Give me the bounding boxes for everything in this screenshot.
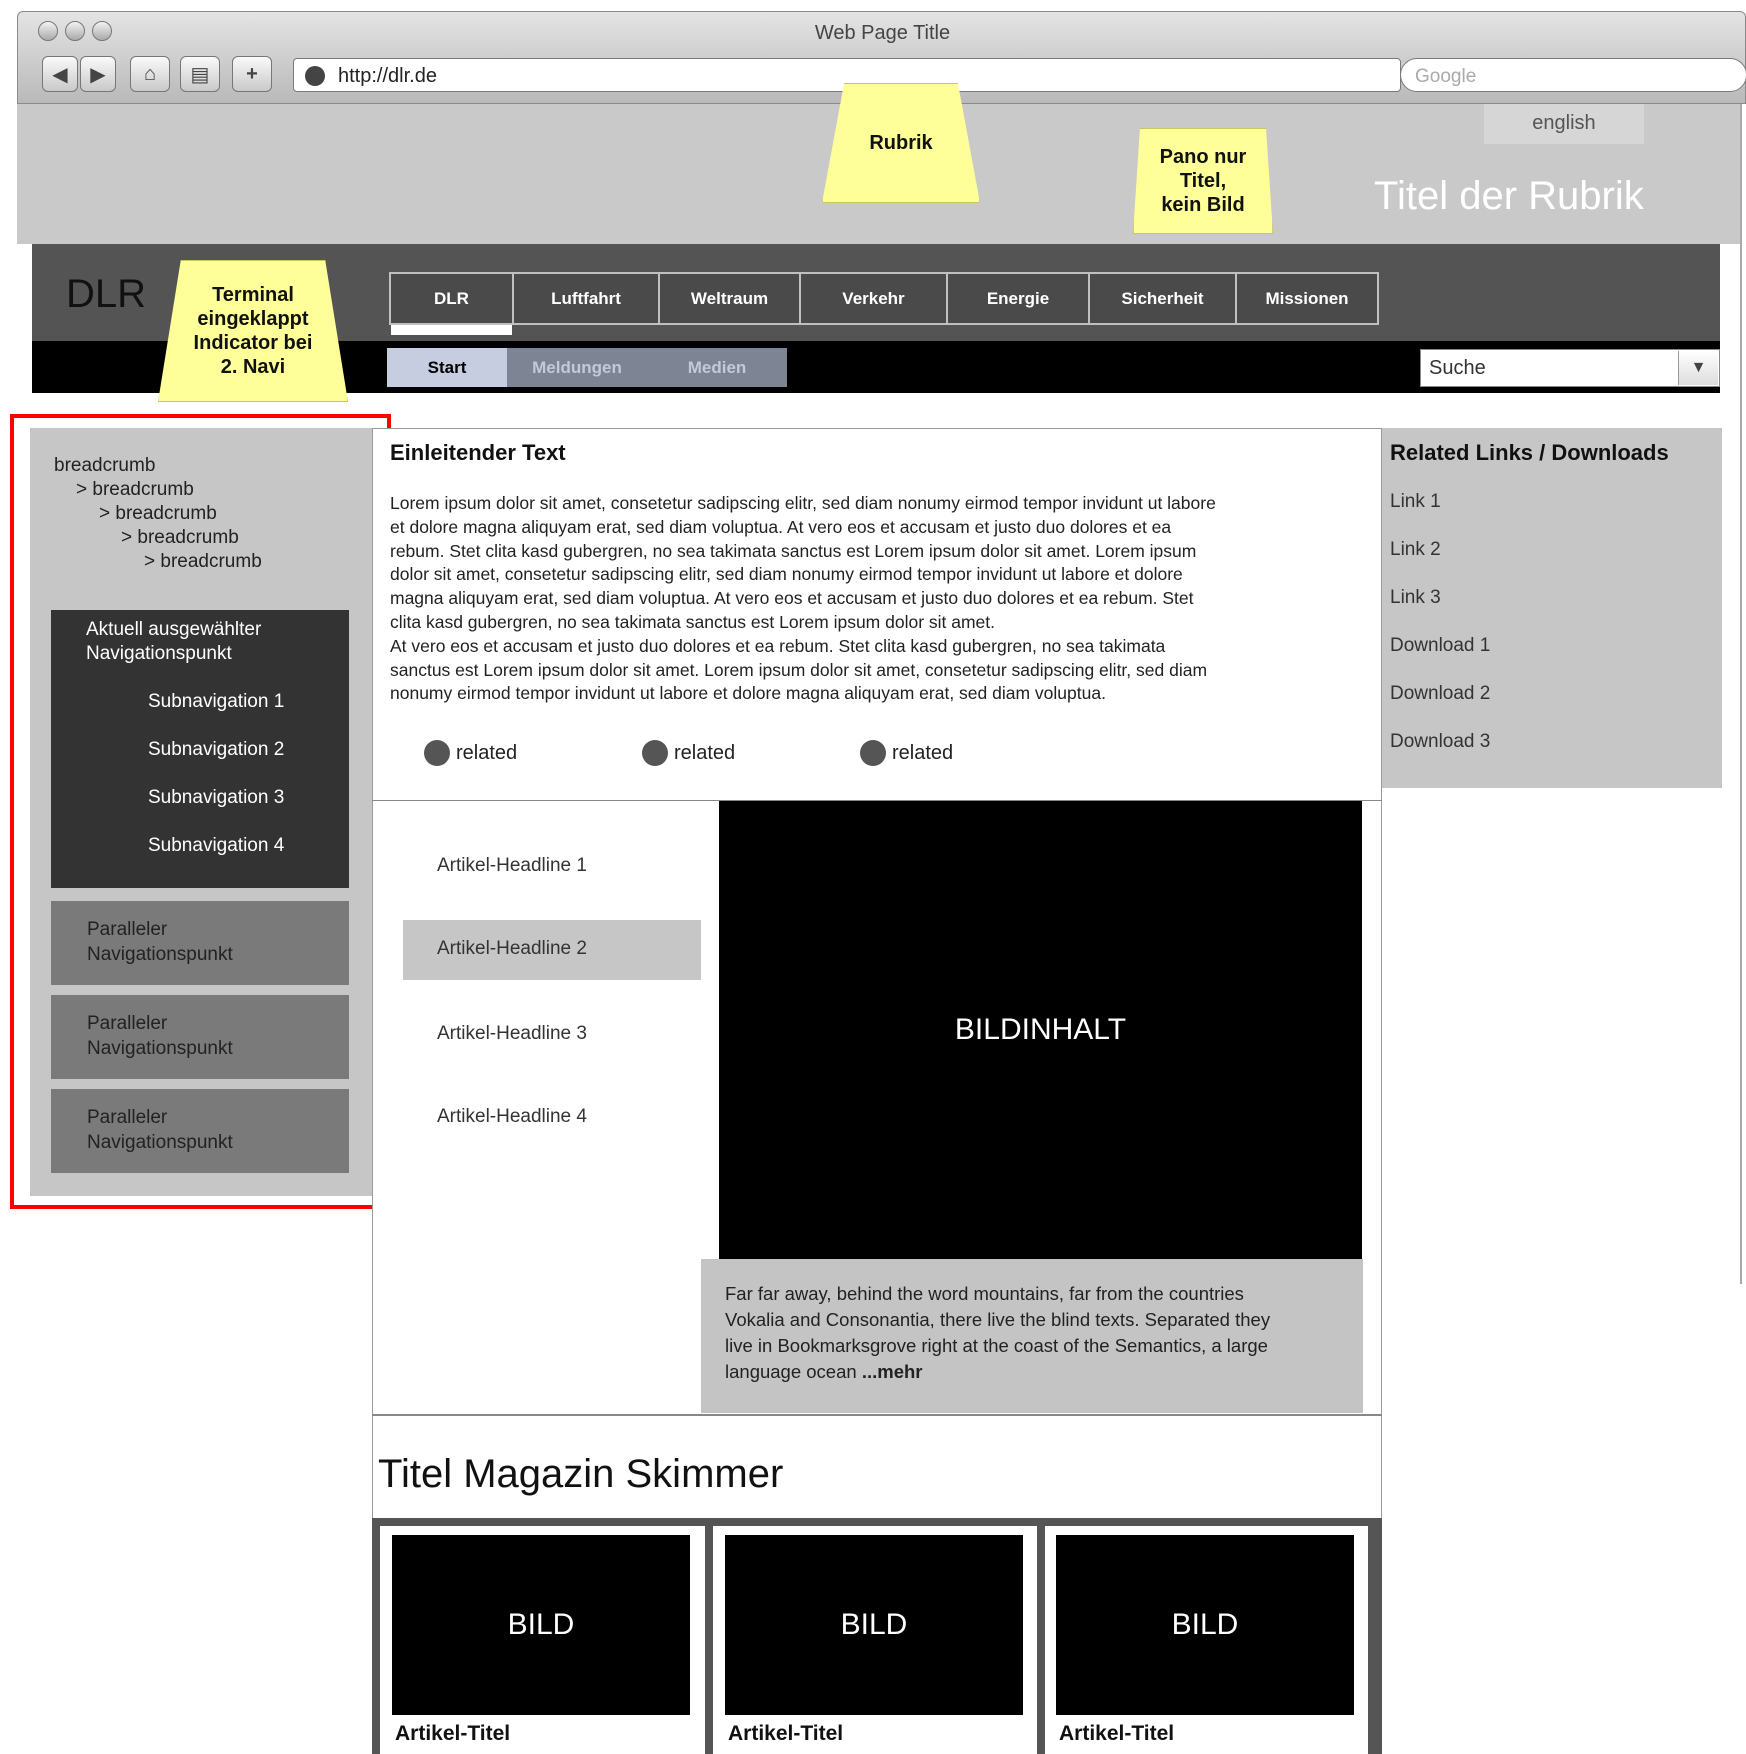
intro-line: magna aliquyam erat, sed diam voluptua. … — [390, 588, 1194, 609]
active-tab-indicator — [391, 325, 512, 335]
card-title[interactable]: Artikel-Titel — [395, 1722, 510, 1746]
print-button[interactable]: ▤ — [180, 56, 220, 92]
caption-line: Far far away, behind the word mountains,… — [725, 1283, 1244, 1304]
main-image-placeholder[interactable]: BILDINHALT — [719, 801, 1362, 1259]
related-link[interactable]: related — [860, 740, 953, 766]
forward-arrow-icon: ▶ — [90, 63, 106, 86]
related-link-item[interactable]: Link 3 — [1390, 587, 1441, 609]
url-text: http://dlr.de — [338, 65, 437, 87]
highlight-frame — [10, 414, 391, 1209]
print-icon: ▤ — [190, 63, 210, 86]
download-link-item[interactable]: Download 1 — [1390, 635, 1490, 657]
related-arrow-icon — [642, 740, 668, 766]
annotation-note-terminal: Terminal eingeklappt Indicator bei 2. Na… — [158, 260, 348, 402]
download-link-item[interactable]: Download 3 — [1390, 731, 1490, 753]
article-headline[interactable]: Artikel-Headline 3 — [403, 1005, 701, 1065]
tab-verkehr[interactable]: Verkehr — [801, 274, 948, 323]
window-edge — [1740, 104, 1746, 1284]
annotation-note-pano: Pano nur Titel, kein Bild — [1133, 128, 1273, 234]
related-link-item[interactable]: Link 2 — [1390, 539, 1441, 561]
related-label: related — [892, 741, 954, 764]
related-arrow-icon — [860, 740, 886, 766]
card-image-placeholder[interactable]: BILD — [392, 1535, 690, 1715]
site-logo[interactable]: DLR — [66, 272, 146, 317]
intro-line: nonumy eirmod tempor invidunt ut labore … — [390, 683, 1106, 704]
chevron-down-icon[interactable]: ▼ — [1678, 351, 1718, 385]
annotation-note-rubrik: Rubrik — [822, 83, 980, 203]
window-title: Web Page Title — [814, 22, 951, 44]
related-links-heading: Related Links / Downloads — [1390, 440, 1669, 465]
intro-line: sanctus est Lorem ipsum dolor sit amet. … — [390, 659, 1208, 680]
related-link-item[interactable]: Link 1 — [1390, 491, 1441, 513]
intro-text: Lorem ipsum dolor sit amet, consetetur s… — [390, 492, 1360, 706]
note-line: Pano nur — [1159, 146, 1247, 168]
intro-line: At vero eos et accusam et justo duo dolo… — [390, 635, 1166, 656]
back-arrow-icon: ◀ — [52, 63, 68, 86]
subtab-meldungen[interactable]: Meldungen — [507, 348, 647, 387]
note-line: Titel, — [1179, 170, 1227, 192]
back-button[interactable]: ◀ — [42, 56, 78, 92]
intro-heading: Einleitender Text — [390, 440, 566, 465]
browser-search-field[interactable]: Google — [1400, 58, 1746, 92]
related-link[interactable]: related — [424, 740, 517, 766]
skimmer-title: Titel Magazin Skimmer — [378, 1452, 784, 1496]
globe-icon — [305, 66, 325, 86]
intro-line: Lorem ipsum dolor sit amet, consetetur s… — [390, 493, 1216, 513]
add-bookmark-button[interactable]: + — [232, 56, 272, 92]
main-tabs: DLR Luftfahrt Weltraum Verkehr Energie S… — [389, 272, 1379, 325]
note-text: Rubrik — [869, 132, 933, 154]
related-link[interactable]: related — [642, 740, 735, 766]
home-icon: ⌂ — [143, 62, 157, 85]
note-line: Terminal — [212, 284, 294, 306]
note-line: eingeklappt — [197, 308, 309, 330]
card-image-placeholder[interactable]: BILD — [725, 1535, 1023, 1715]
article-headline-selected[interactable]: Artikel-Headline 2 — [403, 920, 701, 980]
image-caption: Far far away, behind the word mountains,… — [701, 1259, 1363, 1413]
intro-line: clita kasd gubergren, no sea takimata sa… — [390, 611, 996, 632]
home-button[interactable]: ⌂ — [130, 56, 170, 92]
tab-luftfahrt[interactable]: Luftfahrt — [514, 274, 660, 323]
tab-missionen[interactable]: Missionen — [1237, 274, 1377, 323]
related-arrow-icon — [424, 740, 450, 766]
caption-line: live in Bookmarksgrove right at the coas… — [725, 1335, 1268, 1356]
plus-icon: + — [246, 62, 258, 85]
intro-line: rebum. Stet clita kasd gubergren, no sea… — [390, 540, 1197, 561]
intro-line: dolor sit amet, consetetur sadipscing el… — [390, 564, 1183, 585]
site-search-input[interactable]: Suche — [1420, 349, 1720, 387]
note-line: kein Bild — [1161, 194, 1245, 216]
intro-line: et dolore magna aliquyam erat, sed diam … — [390, 516, 1172, 537]
forward-button[interactable]: ▶ — [80, 56, 116, 92]
article-headline[interactable]: Artikel-Headline 4 — [403, 1088, 701, 1148]
subtab-medien[interactable]: Medien — [647, 348, 787, 387]
language-button[interactable]: english — [1484, 104, 1644, 144]
subtab-start[interactable]: Start — [387, 348, 507, 387]
article-headline[interactable]: Artikel-Headline 1 — [403, 837, 701, 897]
card-title[interactable]: Artikel-Titel — [728, 1722, 843, 1746]
card-title[interactable]: Artikel-Titel — [1059, 1722, 1174, 1746]
rubric-title: Titel der Rubrik — [1374, 174, 1644, 218]
more-link[interactable]: ...mehr — [862, 1361, 923, 1382]
divider — [372, 1414, 1382, 1416]
download-link-item[interactable]: Download 2 — [1390, 683, 1490, 705]
card-image-placeholder[interactable]: BILD — [1056, 1535, 1354, 1715]
tab-dlr[interactable]: DLR — [391, 274, 514, 323]
caption-line: Vokalia and Consonantia, there live the … — [725, 1309, 1271, 1330]
caption-line: language ocean — [725, 1361, 862, 1382]
related-label: related — [674, 741, 736, 764]
note-line: 2. Navi — [220, 356, 286, 378]
tab-energie[interactable]: Energie — [948, 274, 1090, 323]
note-line: Indicator bei — [193, 332, 313, 354]
tab-sicherheit[interactable]: Sicherheit — [1090, 274, 1237, 323]
related-label: related — [456, 741, 518, 764]
tab-weltraum[interactable]: Weltraum — [660, 274, 801, 323]
